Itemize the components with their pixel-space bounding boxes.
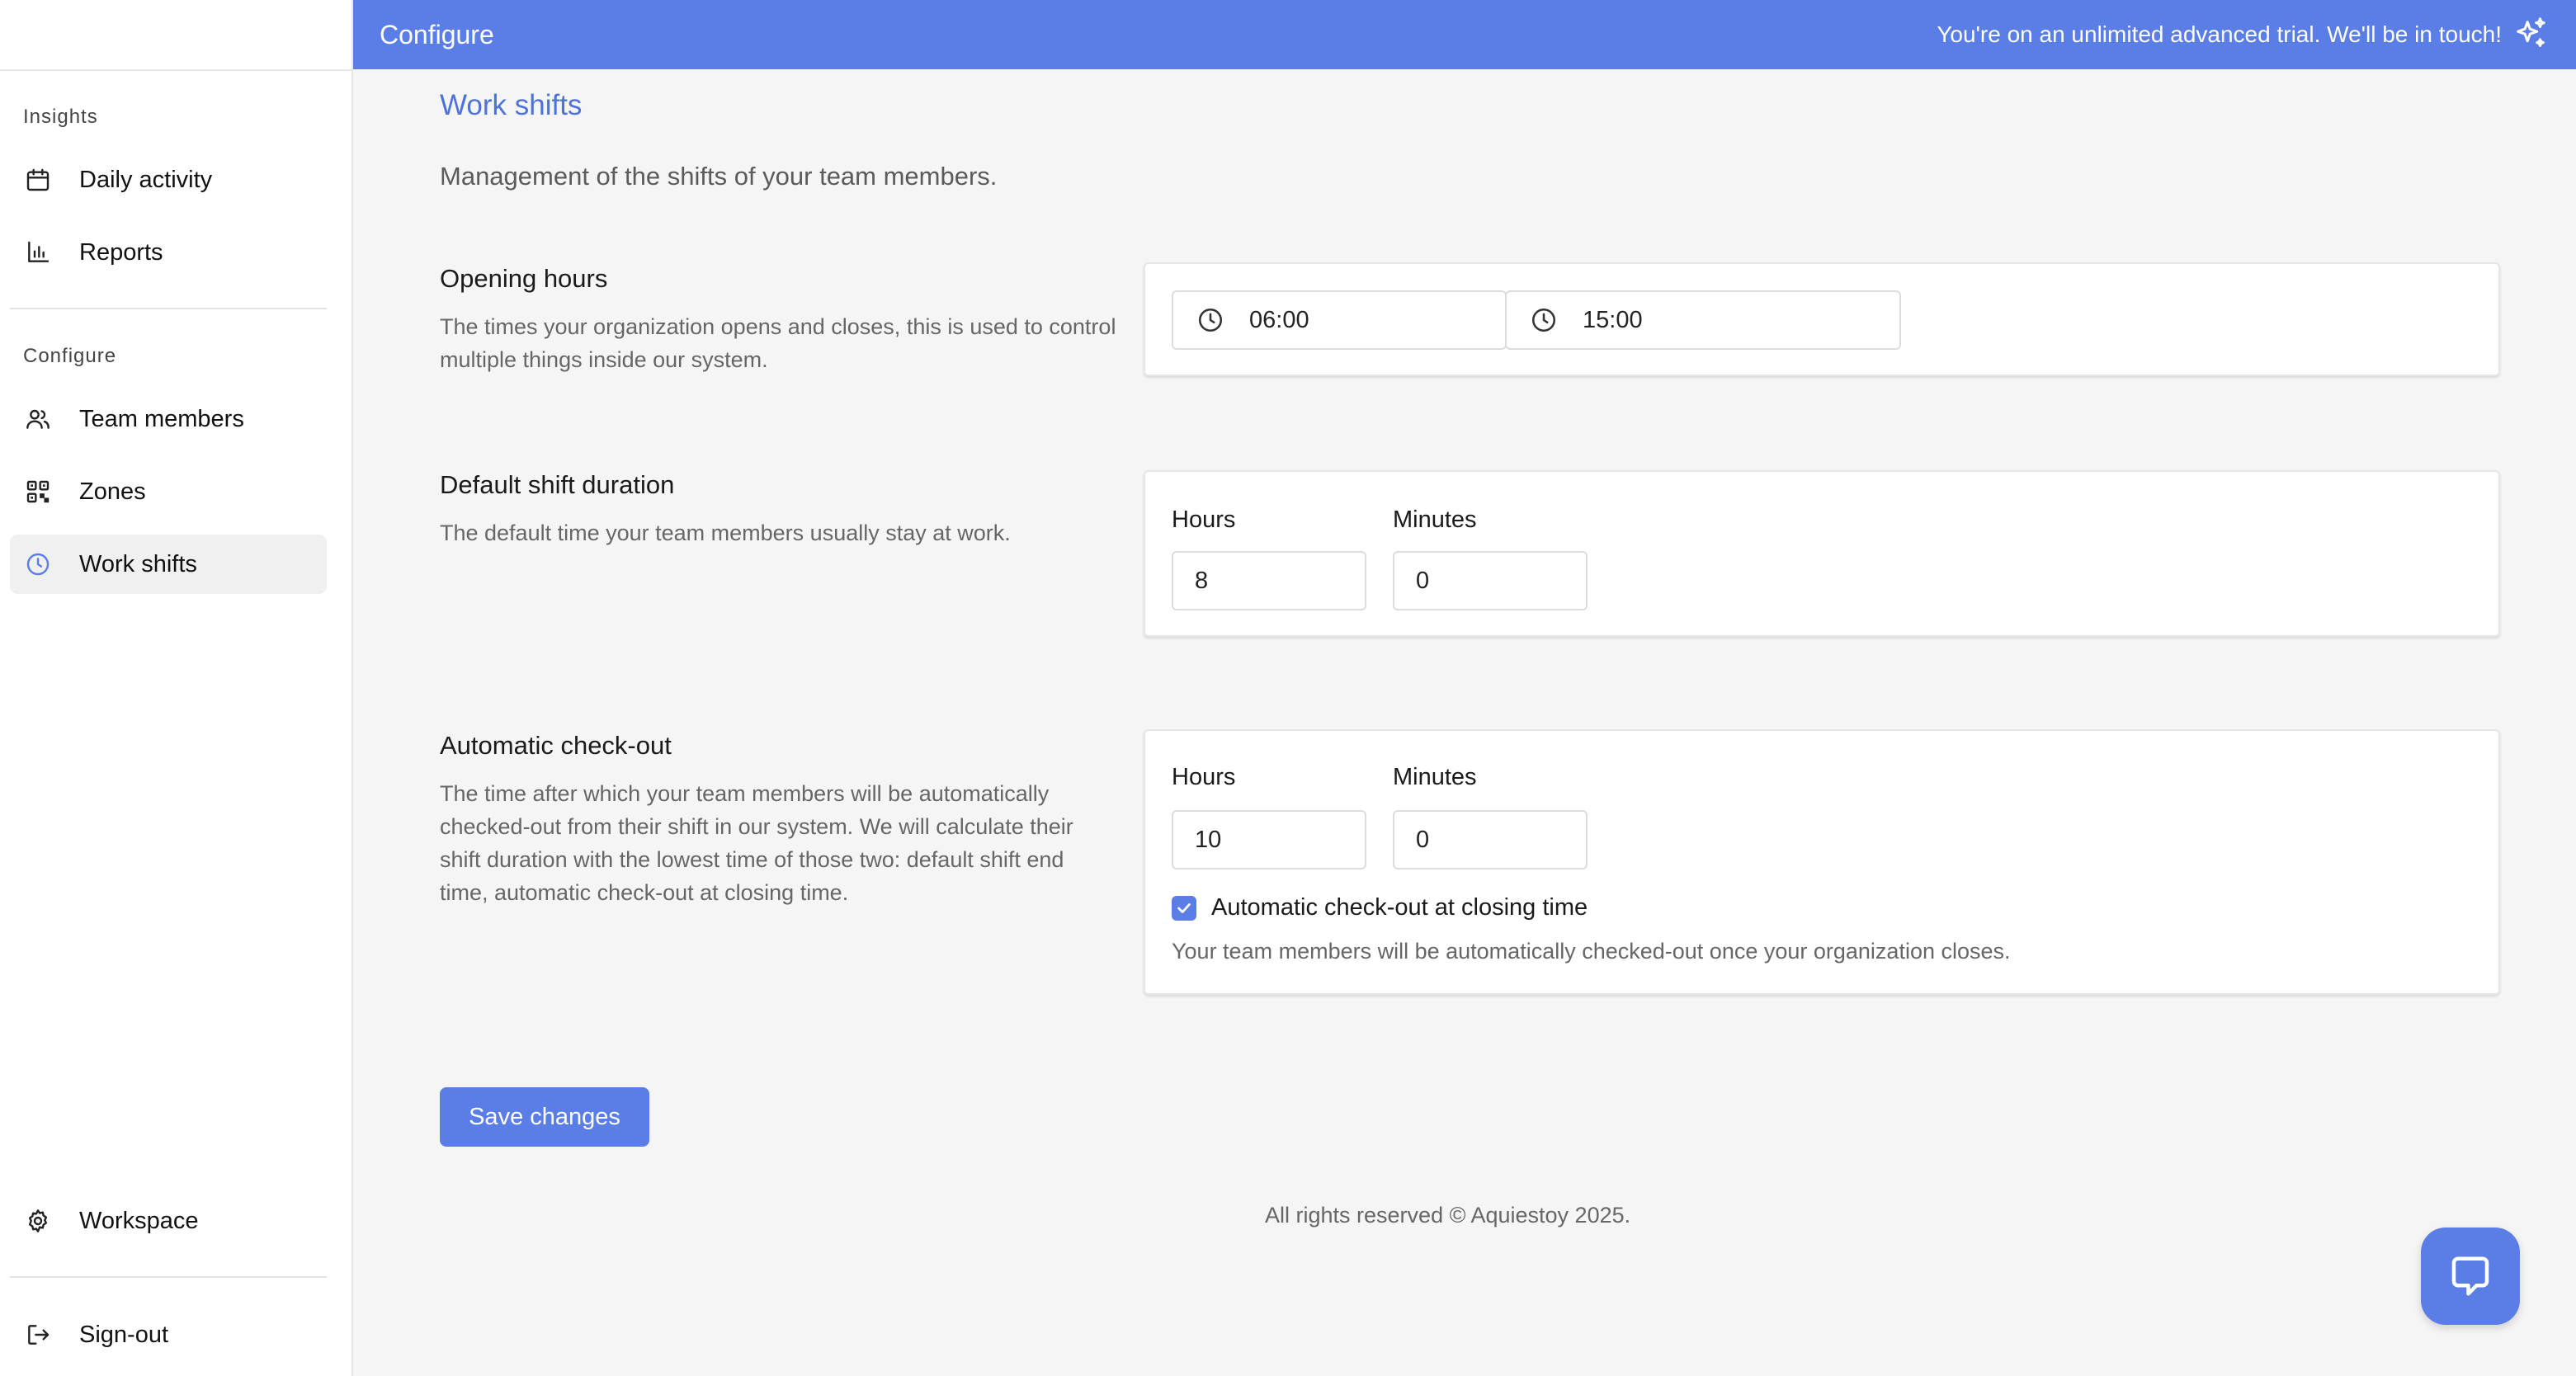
- configure-section-label: Configure: [23, 345, 117, 367]
- save-button[interactable]: Save changes: [440, 1087, 649, 1147]
- hours-label: Hours: [1172, 764, 1236, 790]
- sidebar: Insights Daily activity Reports Configur…: [0, 0, 353, 1376]
- close-time-value: 15:00: [1583, 306, 1643, 333]
- opening-hours-title: Opening hours: [440, 264, 608, 293]
- top-bar-title: Configure: [380, 19, 494, 49]
- sidebar-item-team-members[interactable]: Team members: [10, 389, 327, 449]
- auto-checkout-help-text: Your team members will be automatically …: [1172, 939, 2011, 964]
- default-shift-card: Hours Minutes 8 0: [1144, 470, 2500, 637]
- open-time-value: 06:00: [1249, 306, 1309, 333]
- hours-label: Hours: [1172, 507, 1236, 533]
- default-shift-description: The default time your team members usual…: [440, 521, 1011, 545]
- calendar-icon: [23, 165, 53, 195]
- sidebar-item-label: Sign-out: [79, 1321, 169, 1348]
- default-shift-hours-input[interactable]: 8: [1172, 551, 1366, 610]
- clock-icon: [23, 549, 53, 579]
- auto-checkout-minutes-input[interactable]: 0: [1393, 810, 1588, 869]
- auto-checkout-description: The time after which your team members w…: [440, 781, 1073, 905]
- clock-icon: [1198, 308, 1223, 332]
- minutes-label: Minutes: [1393, 507, 1477, 533]
- footer-copyright: All rights reserved © Aquiestoy 2025.: [1265, 1203, 1631, 1228]
- sidebar-item-label: Workspace: [79, 1207, 199, 1234]
- chat-icon: [2451, 1256, 2489, 1296]
- sidebar-header: [0, 0, 351, 71]
- qr-code-icon: [23, 477, 53, 507]
- sidebar-divider: [10, 308, 327, 309]
- opening-hours-card: 06:00 15:00: [1144, 262, 2500, 376]
- auto-checkout-card: Hours Minutes 10 0 Automatic check-out a…: [1144, 729, 2500, 995]
- open-time-input[interactable]: 06:00: [1172, 290, 1507, 350]
- insights-section-label: Insights: [23, 106, 98, 128]
- clock-icon: [1531, 308, 1556, 332]
- auto-checkout-title: Automatic check-out: [440, 731, 672, 760]
- sidebar-item-reports[interactable]: Reports: [10, 223, 327, 282]
- checkmark-icon: [1177, 903, 1191, 913]
- auto-checkout-checkbox[interactable]: [1172, 896, 1196, 921]
- sparkles-icon: [2517, 17, 2545, 47]
- sidebar-item-label: Reports: [79, 238, 163, 266]
- trial-banner: You're on an unlimited advanced trial. W…: [1937, 16, 2550, 54]
- users-icon: [23, 404, 53, 434]
- sidebar-item-label: Daily activity: [79, 166, 213, 193]
- chat-button[interactable]: [2421, 1228, 2520, 1325]
- close-time-input[interactable]: 15:00: [1505, 290, 1901, 350]
- bar-chart-icon: [23, 238, 53, 267]
- top-bar: Configure You're on an unlimited advance…: [353, 0, 2576, 69]
- sidebar-item-label: Zones: [79, 478, 146, 505]
- sidebar-item-work-shifts[interactable]: Work shifts: [10, 535, 327, 594]
- sidebar-item-daily-activity[interactable]: Daily activity: [10, 150, 327, 210]
- sidebar-item-label: Work shifts: [79, 550, 197, 577]
- sidebar-item-workspace[interactable]: Workspace: [10, 1191, 327, 1251]
- minutes-label: Minutes: [1393, 764, 1477, 790]
- sidebar-item-sign-out[interactable]: Sign-out: [10, 1305, 327, 1364]
- default-shift-title: Default shift duration: [440, 470, 675, 499]
- auto-checkout-checkbox-label[interactable]: Automatic check-out at closing time: [1211, 894, 1588, 921]
- opening-hours-description: The times your organization opens and cl…: [440, 314, 1116, 372]
- default-shift-minutes-input[interactable]: 0: [1393, 551, 1588, 610]
- page-title: Work shifts: [440, 89, 583, 121]
- sign-out-icon: [23, 1320, 53, 1350]
- sidebar-item-zones[interactable]: Zones: [10, 462, 327, 521]
- sidebar-divider: [10, 1276, 327, 1278]
- sidebar-item-label: Team members: [79, 405, 244, 432]
- auto-checkout-hours-input[interactable]: 10: [1172, 810, 1366, 869]
- trial-message: You're on an unlimited advanced trial. W…: [1937, 21, 2502, 47]
- gear-icon: [23, 1206, 53, 1236]
- page-description: Management of the shifts of your team me…: [440, 162, 998, 191]
